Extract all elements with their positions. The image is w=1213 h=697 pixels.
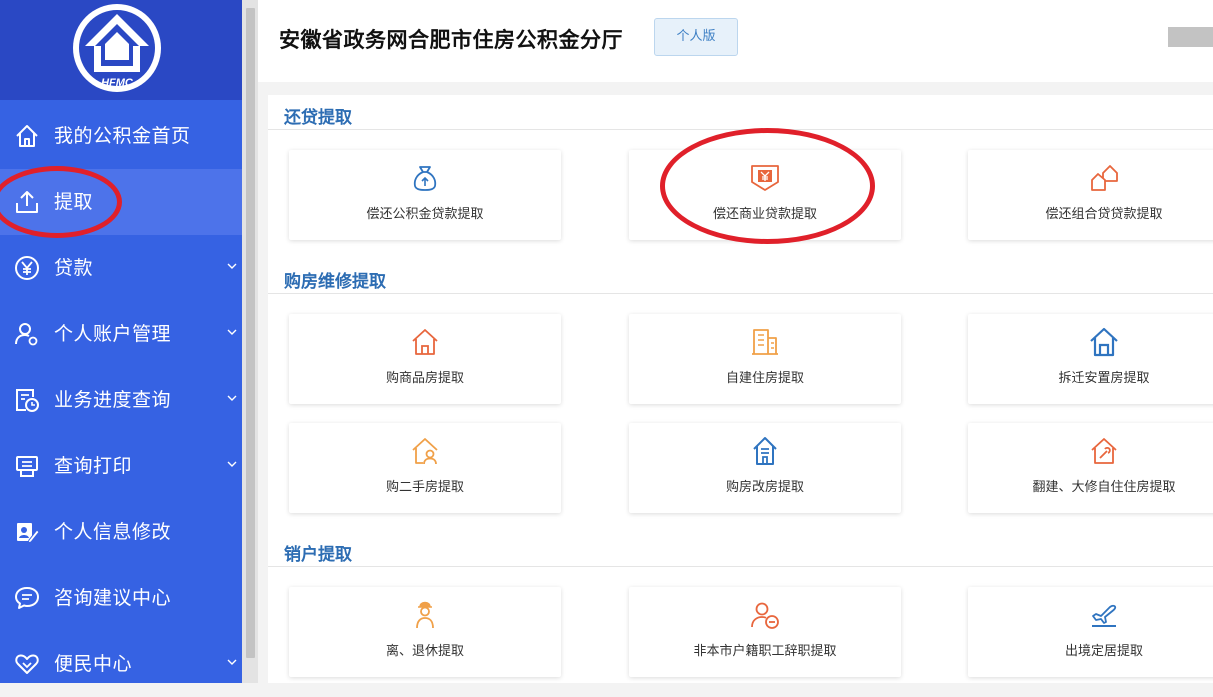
card-reform-house[interactable]: 购房改房提取 (629, 423, 901, 513)
house-repair-icon (1091, 438, 1117, 464)
sidebar-item-label: 我的公积金首页 (54, 125, 191, 147)
heart-icon (15, 654, 39, 674)
printer-icon (16, 456, 38, 477)
sidebar-item-withdraw[interactable]: 提取 (0, 169, 242, 235)
user-gear-icon (15, 323, 38, 346)
airplane-icon (1092, 604, 1117, 627)
building-icon (752, 329, 778, 355)
card-non-local-resign[interactable]: 非本市户籍职工辞职提取 (629, 587, 901, 677)
card-label: 离、退休提取 (385, 644, 464, 659)
section-title: 购房维修提取 (284, 272, 386, 292)
chat-bubble-icon (15, 587, 39, 609)
sidebar-item-print[interactable]: 查询打印 (0, 433, 242, 499)
card-label: 非本市户籍职工辞职提取 (693, 644, 837, 659)
sidebar-item-label: 个人账户管理 (54, 323, 172, 345)
retired-person-icon (416, 601, 434, 629)
card-label: 自建住房提取 (725, 371, 804, 386)
card-repay-commercial-loan[interactable]: 偿还商业贷款提取 (629, 150, 901, 240)
sidebar-item-account[interactable]: 个人账户管理 (0, 301, 242, 367)
card-label: 购商品房提取 (385, 371, 464, 386)
version-badge[interactable]: 个人版 (654, 18, 738, 56)
chevron-down-icon (227, 395, 237, 401)
card-label: 偿还公积金贷款提取 (366, 207, 484, 222)
card-label: 偿还商业贷款提取 (712, 207, 817, 222)
card-relocation-house[interactable]: 拆迁安置房提取 (968, 314, 1213, 404)
card-second-hand-house[interactable]: 购二手房提取 (289, 423, 561, 513)
section-divider (268, 129, 1213, 130)
edit-profile-icon (17, 523, 40, 544)
sidebar: HFMC 我的公积金首页 提取 贷款 个人账户管理 业务进度查询 查询打印 个人… (0, 0, 242, 683)
home-icon (16, 125, 38, 147)
header-right-button[interactable] (1168, 27, 1213, 47)
section-title: 销户提取 (284, 545, 352, 565)
upload-icon (16, 191, 38, 213)
section-title: 还贷提取 (284, 108, 352, 128)
section-divider (268, 566, 1213, 567)
chevron-down-icon (227, 461, 237, 467)
house-tall-icon (753, 437, 777, 465)
page-title: 安徽省政务网合肥市住房公积金分厅 (279, 28, 623, 52)
house-person-icon (412, 438, 438, 465)
card-label: 购二手房提取 (385, 480, 464, 495)
sidebar-item-home[interactable]: 我的公积金首页 (0, 103, 242, 169)
card-label: 拆迁安置房提取 (1058, 371, 1150, 386)
card-self-build-house[interactable]: 自建住房提取 (629, 314, 901, 404)
header: 安徽省政务网合肥市住房公积金分厅 个人版 (258, 0, 1213, 82)
card-label: 翻建、大修自住住房提取 (1032, 480, 1176, 495)
chevron-down-icon (227, 659, 237, 665)
hfmc-logo: HFMC (73, 4, 161, 92)
sidebar-item-label: 提取 (54, 191, 94, 213)
sidebar-item-label: 咨询建议中心 (54, 587, 172, 609)
sidebar-item-consult[interactable]: 咨询建议中心 (0, 565, 242, 631)
sidebar-item-label: 业务进度查询 (54, 389, 172, 411)
card-repay-provident-loan[interactable]: 偿还公积金贷款提取 (289, 150, 561, 240)
sidebar-item-label: 查询打印 (54, 455, 133, 477)
card-retirement[interactable]: 离、退休提取 (289, 587, 561, 677)
house-outline-icon (412, 329, 438, 355)
yen-coin-icon (15, 256, 39, 280)
card-repay-combined-loan[interactable]: 偿还组合贷贷款提取 (968, 150, 1213, 240)
card-label: 偿还组合贷贷款提取 (1045, 207, 1163, 222)
sidebar-item-profile-edit[interactable]: 个人信息修改 (0, 499, 242, 565)
combined-houses-icon (1091, 165, 1118, 191)
sidebar-scrollbar-thumb[interactable] (246, 8, 255, 658)
house-blue-icon (1090, 327, 1118, 357)
sidebar-item-label: 便民中心 (54, 653, 133, 675)
card-label: 出境定居提取 (1064, 644, 1143, 659)
svg-text:HFMC: HFMC (101, 77, 134, 89)
money-bag-icon (413, 166, 437, 191)
card-rebuild-repair-house[interactable]: 翻建、大修自住住房提取 (968, 423, 1213, 513)
main-content: 还贷提取 偿还公积金贷款提取 偿还商业贷款提取 偿还组合贷贷款提取 购房维修提取… (268, 95, 1213, 683)
sidebar-item-label: 个人信息修改 (54, 521, 172, 543)
sidebar-item-progress[interactable]: 业务进度查询 (0, 367, 242, 433)
yen-document-icon (751, 165, 779, 191)
sidebar-item-loan[interactable]: 贷款 (0, 235, 242, 301)
logo-area: HFMC (0, 0, 242, 100)
user-minus-icon (751, 602, 779, 629)
chevron-down-icon (227, 263, 237, 269)
card-label: 购房改房提取 (725, 480, 804, 495)
card-buy-commercial-house[interactable]: 购商品房提取 (289, 314, 561, 404)
progress-clock-icon (16, 389, 39, 412)
sidebar-item-label: 贷款 (54, 257, 94, 279)
section-divider (268, 293, 1213, 294)
sidebar-item-convenience[interactable]: 便民中心 (0, 631, 242, 697)
chevron-down-icon (227, 329, 237, 335)
card-emigration[interactable]: 出境定居提取 (968, 587, 1213, 677)
